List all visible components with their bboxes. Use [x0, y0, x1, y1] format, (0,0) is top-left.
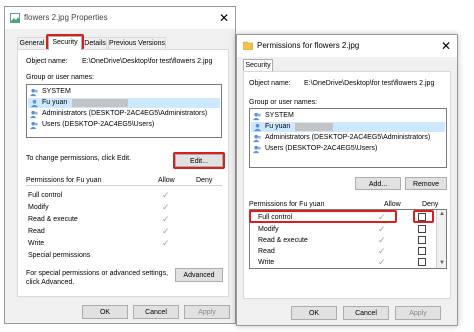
user-group-icon [30, 121, 38, 130]
list-item[interactable]: Administrators (DESKTOP-2AC4EG5\Administ… [28, 109, 220, 119]
permissions-table: Full control ✓ Modify ✓ Read & execute ✓… [26, 185, 222, 259]
permission-name: Read [258, 248, 275, 255]
user-group-icon [253, 145, 261, 154]
permission-name: Write [28, 240, 45, 247]
edit-button-highlight [173, 152, 225, 169]
permission-name: Special permissions [28, 252, 91, 259]
tab-details[interactable]: Details [83, 37, 107, 49]
special-permissions-text: For special permissions or advanced sett… [26, 270, 169, 277]
user-group-icon [30, 88, 38, 97]
ok-button[interactable]: OK [82, 305, 128, 319]
user-name: Fu yuan [42, 99, 68, 106]
change-permissions-text: To change permissions, click Edit. [26, 155, 132, 162]
object-name-label: Object name: [26, 58, 68, 65]
list-item-selected[interactable]: Fu yuan [251, 122, 445, 132]
tab-previous-versions[interactable]: Previous Versions [108, 37, 166, 49]
ok-button[interactable]: OK [291, 306, 337, 320]
user-name: Fu yuan [265, 123, 291, 130]
redacted-blur [72, 99, 128, 107]
user-name: SYSTEM [265, 112, 294, 119]
security-tab-page: Object name: E:\OneDrive\Desktop\for tes… [243, 71, 451, 299]
allow-check-icon: ✓ [378, 224, 386, 234]
user-name: Users (DESKTOP-2AC4EG5\Users) [265, 145, 378, 152]
deny-checkbox[interactable] [418, 236, 426, 244]
window-title: Permissions for flowers 2.jpg [257, 41, 360, 50]
allow-check-icon: ✓ [162, 190, 170, 200]
list-item[interactable]: SYSTEM [251, 111, 445, 121]
title-bar: Permissions for flowers 2.jpg ✕ [237, 35, 457, 57]
user-icon [253, 123, 262, 132]
permission-name: Read & execute [28, 216, 78, 223]
close-icon[interactable]: ✕ [441, 40, 451, 52]
user-group-icon [30, 110, 38, 119]
deny-checkbox[interactable] [418, 258, 426, 266]
tab-security[interactable]: Security [48, 36, 82, 50]
properties-window: flowers 2.jpg Properties ✕ General Secur… [4, 6, 236, 324]
user-name: Users (DESKTOP-2AC4EG5\Users) [42, 121, 155, 128]
deny-header: Deny [196, 177, 213, 184]
allow-check-icon: ✓ [378, 257, 386, 267]
cancel-button[interactable]: Cancel [133, 305, 179, 319]
special-permissions-text-2: click Advanced. [26, 279, 75, 286]
apply-button[interactable]: Apply [395, 306, 441, 320]
deny-checkbox[interactable] [418, 247, 426, 255]
user-name: Administrators (DESKTOP-2AC4EG5\Administ… [42, 110, 208, 117]
permission-name: Read [28, 228, 45, 235]
object-name-value: E:\OneDrive\Desktop\for test\flowers 2.j… [82, 58, 213, 65]
add-button[interactable]: Add... [355, 177, 401, 190]
permission-name: Full control [28, 192, 63, 199]
deny-checkbox-highlight [413, 210, 434, 223]
permission-name: Write [258, 259, 275, 266]
allow-header: Allow [384, 201, 401, 208]
user-group-icon [253, 112, 261, 121]
list-item[interactable]: Users (DESKTOP-2AC4EG5\Users) [251, 144, 445, 154]
allow-check-icon: ✓ [162, 214, 170, 224]
user-list[interactable]: SYSTEM Fu yuan Administrators (DESKTOP-2… [249, 108, 447, 168]
scroll-up-icon[interactable]: ▲ [439, 211, 445, 217]
close-icon[interactable]: ✕ [219, 12, 229, 24]
object-name-label: Object name: [249, 80, 291, 87]
redacted-blur [295, 123, 333, 131]
deny-header: Deny [422, 201, 439, 208]
list-item[interactable]: Administrators (DESKTOP-2AC4EG5\Administ… [251, 133, 445, 143]
list-item[interactable]: SYSTEM [28, 87, 220, 97]
permissions-header: Permissions for Fu yuan [26, 177, 102, 184]
user-name: SYSTEM [42, 88, 71, 95]
user-icon [30, 99, 39, 108]
allow-check-icon: ✓ [162, 226, 170, 236]
advanced-button[interactable]: Advanced [175, 268, 223, 282]
object-name-value: E:\OneDrive\Desktop\for test\flowers 2.j… [304, 80, 435, 87]
permissions-header: Permissions for Fu yuan [249, 201, 325, 208]
deny-checkbox[interactable] [418, 225, 426, 233]
window-title: flowers 2.jpg Properties [24, 13, 108, 22]
group-names-label: Group or user names: [26, 74, 95, 81]
allow-check-icon: ✓ [378, 246, 386, 256]
group-names-label: Group or user names: [249, 99, 318, 106]
allow-check-icon: ✓ [162, 202, 170, 212]
user-group-icon [253, 134, 261, 143]
scroll-down-icon[interactable]: ▼ [439, 260, 445, 266]
full-control-highlight [249, 210, 397, 223]
list-item-selected[interactable]: Fu yuan [28, 98, 220, 108]
permission-name: Modify [258, 226, 279, 233]
permission-name: Read & execute [258, 237, 308, 244]
user-name: Administrators (DESKTOP-2AC4EG5\Administ… [265, 134, 431, 141]
user-list[interactable]: SYSTEM Fu yuan Administrators (DESKTOP-2… [26, 84, 222, 138]
tab-general[interactable]: General [17, 37, 47, 49]
allow-header: Allow [158, 177, 175, 184]
title-bar: flowers 2.jpg Properties ✕ [5, 7, 235, 29]
security-tab-page: Object name: E:\OneDrive\Desktop\for tes… [17, 49, 229, 297]
tab-security[interactable]: Security [243, 59, 273, 71]
apply-button[interactable]: Apply [184, 305, 230, 319]
list-item[interactable]: Users (DESKTOP-2AC4EG5\Users) [28, 120, 220, 130]
allow-check-icon: ✓ [378, 235, 386, 245]
cancel-button[interactable]: Cancel [343, 306, 389, 320]
permission-name: Modify [28, 204, 49, 211]
remove-button[interactable]: Remove [405, 177, 447, 190]
permissions-window: Permissions for flowers 2.jpg ✕ Security… [236, 34, 458, 326]
allow-check-icon: ✓ [162, 238, 170, 248]
image-file-icon [10, 13, 20, 23]
folder-icon [243, 41, 253, 50]
vertical-scrollbar[interactable]: ▲ ▼ [436, 210, 446, 268]
